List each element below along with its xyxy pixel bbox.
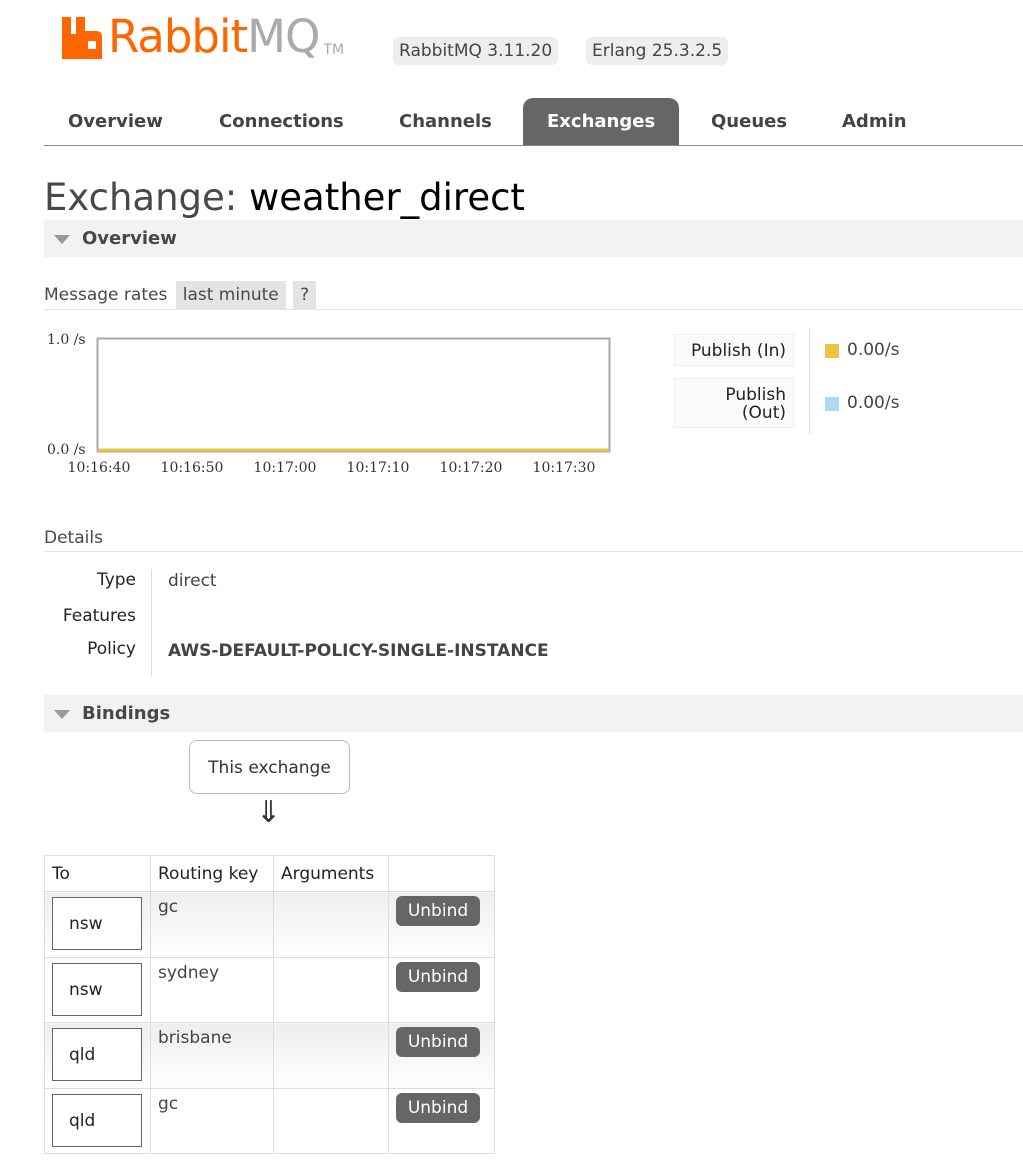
- help-button[interactable]: ?: [293, 281, 317, 309]
- table-row: qld brisbane Unbind: [44, 1022, 495, 1089]
- arguments: [274, 1089, 388, 1094]
- collapse-triangle-icon: [54, 235, 70, 244]
- bindings-section-toggle[interactable]: Bindings: [44, 695, 1023, 732]
- legend-publish-out: Publish (Out): [674, 378, 794, 428]
- tab-overview[interactable]: Overview: [44, 98, 187, 145]
- features-label: Features: [62, 606, 136, 626]
- table-row: qld gc Unbind: [44, 1087, 495, 1154]
- type-value: direct: [168, 571, 217, 591]
- legend-divider: [809, 328, 810, 434]
- collapse-triangle-icon: [54, 710, 70, 719]
- queue-link[interactable]: nsw: [52, 897, 142, 950]
- column-header-actions: [388, 855, 495, 892]
- unbind-button[interactable]: Unbind: [396, 1027, 480, 1057]
- arguments: [274, 1023, 388, 1028]
- tab-queues[interactable]: Queues: [687, 98, 811, 145]
- this-exchange-box: This exchange: [189, 740, 350, 794]
- x-tick-label: 10:17:10: [347, 460, 410, 476]
- bindings-table: To Routing key Arguments nsw gc Unbind n…: [44, 855, 495, 1154]
- routing-key: gc: [158, 897, 179, 917]
- routing-key: brisbane: [158, 1028, 232, 1048]
- chart-plot-area: 10:16:40 10:16:50 10:17:00 10:17:10 10:17:20…: [68, 337, 611, 476]
- policy-value[interactable]: AWS-DEFAULT-POLICY-SINGLE-INSTANCE: [168, 641, 549, 661]
- column-header-to: To: [44, 855, 151, 892]
- column-header-arguments: Arguments: [273, 855, 389, 892]
- arguments: [274, 892, 388, 897]
- queue-link[interactable]: qld: [52, 1028, 142, 1081]
- queue-link[interactable]: qld: [52, 1093, 142, 1147]
- range-selector[interactable]: last minute: [175, 281, 286, 309]
- queue-link[interactable]: nsw: [52, 962, 142, 1016]
- table-row: nsw gc Unbind: [44, 891, 495, 958]
- publish-out-rate: 0.00/s: [847, 393, 900, 413]
- logo-wordmark: RabbitMQ: [108, 10, 320, 63]
- page-title: Exchange: weather_direct: [44, 176, 525, 219]
- publish-in-swatch: [825, 344, 839, 358]
- routing-key: sydney: [158, 962, 220, 983]
- rabbit-logo-icon: [62, 17, 102, 59]
- unbind-button[interactable]: Unbind: [396, 896, 480, 926]
- unbind-button[interactable]: Unbind: [396, 961, 480, 992]
- tab-connections[interactable]: Connections: [195, 98, 368, 145]
- exchange-name: weather_direct: [249, 176, 525, 219]
- x-tick-label: 10:17:30: [533, 460, 596, 476]
- bindings-header-row: To Routing key Arguments: [44, 855, 495, 892]
- publish-in-rate: 0.00/s: [847, 340, 900, 360]
- message-rates-chart: 1.0 /s 0.0 /s 10:16:40 10:16:50 10:17:00 10…: [40, 328, 620, 478]
- publish-out-swatch: [825, 397, 839, 411]
- table-row: nsw sydney Unbind: [44, 956, 495, 1023]
- x-tick-label: 10:17:00: [254, 460, 317, 476]
- x-tick-label: 10:16:40: [68, 460, 131, 476]
- down-arrow-icon: ⇓: [256, 795, 282, 830]
- version-badge: RabbitMQ 3.11.20: [393, 37, 559, 65]
- policy-label: Policy: [87, 639, 136, 659]
- message-rates-header: Message rates last minute ?: [44, 281, 1023, 310]
- legend-publish-in: Publish (In): [674, 334, 794, 366]
- unbind-button[interactable]: Unbind: [396, 1092, 480, 1123]
- x-tick-label: 10:16:50: [161, 460, 224, 476]
- column-header-routing-key: Routing key: [150, 855, 274, 892]
- erlang-badge: Erlang 25.3.2.5: [586, 37, 729, 65]
- x-tick-label: 10:17:20: [440, 460, 503, 476]
- rabbitmq-logo[interactable]: RabbitMQ TM: [62, 12, 344, 64]
- type-label: Type: [96, 570, 136, 590]
- details-header: Details: [44, 526, 1023, 552]
- overview-section-toggle[interactable]: Overview: [44, 220, 1023, 257]
- tab-channels[interactable]: Channels: [375, 98, 516, 145]
- arguments: [274, 958, 388, 963]
- trademark-label: TM: [323, 42, 345, 58]
- main-nav-tabs: Overview Connections Channels Exchanges …: [44, 98, 1023, 146]
- tab-exchanges[interactable]: Exchanges: [523, 98, 680, 145]
- details-divider: [151, 569, 152, 676]
- routing-key: gc: [158, 1093, 179, 1114]
- tab-admin[interactable]: Admin: [818, 98, 931, 145]
- message-rates-label: Message rates: [44, 285, 168, 305]
